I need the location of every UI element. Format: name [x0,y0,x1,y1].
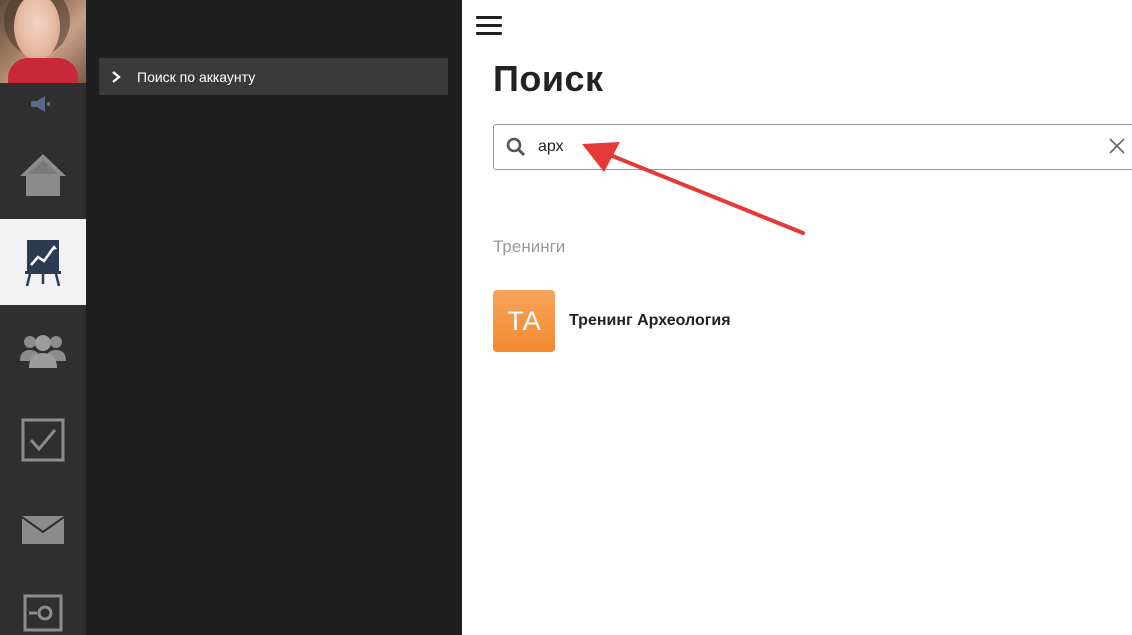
mail-icon[interactable] [0,500,86,560]
page-title: Поиск [493,58,604,99]
speaker-icon[interactable] [0,92,86,116]
section-trainings-label: Тренинги [493,237,566,256]
training-chart-icon[interactable] [0,219,86,305]
nav-rail [0,0,86,635]
result-initials-badge: ТА [493,290,555,352]
clear-search-icon[interactable] [1107,136,1127,161]
search-icon [506,136,528,158]
main-content: Поиск Тренинги ТА Тренинг Археология [462,0,1132,635]
chevron-right-icon [111,70,123,83]
home-icon[interactable] [0,140,86,210]
account-search-item[interactable]: Поиск по аккаунту [99,58,448,95]
search-result-item[interactable]: ТА Тренинг Археология [493,290,731,352]
settings-icon[interactable] [0,588,86,635]
users-icon[interactable] [0,318,86,382]
search-box [493,124,1132,170]
result-title: Тренинг Археология [569,312,731,329]
account-search-label: Поиск по аккаунту [137,68,256,85]
secondary-panel: Поиск по аккаунту [86,0,462,635]
search-input[interactable] [536,137,1080,157]
hamburger-menu-icon[interactable] [476,16,502,36]
user-avatar[interactable] [0,0,86,83]
checkbox-icon[interactable] [0,408,86,472]
